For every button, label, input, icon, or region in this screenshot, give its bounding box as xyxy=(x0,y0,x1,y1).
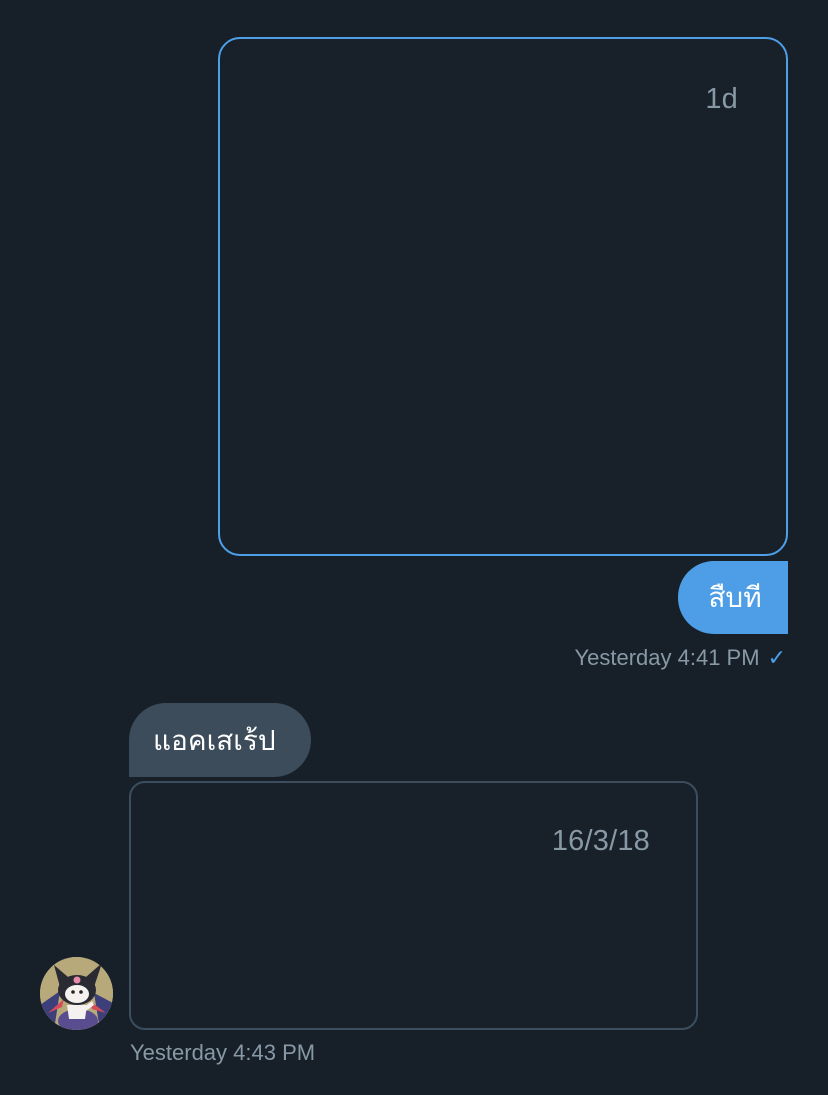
sent-message-bubble[interactable]: สืบที xyxy=(678,561,788,634)
tweet-timestamp: 1d xyxy=(705,83,738,115)
received-message-text: แอคเสเร้ป xyxy=(153,724,276,757)
received-message-bubble[interactable]: แอคเสเร้ป xyxy=(129,703,311,777)
received-message-time: Yesterday 4:43 PM xyxy=(130,1040,316,1065)
dm-thread: 1d สืบที Yesterday 4:41 PM ✓ แอคเสเร้ป 1… xyxy=(0,0,828,1095)
tweet-timestamp: 16/3/18 xyxy=(551,825,650,857)
sender-avatar-icon[interactable] xyxy=(40,957,113,1030)
shared-tweet-card-received[interactable]: 16/3/18 xyxy=(129,781,698,1030)
sent-message-time: Yesterday 4:41 PM xyxy=(574,645,760,670)
sent-message-text: สืบที xyxy=(708,581,762,614)
checkmark-icon: ✓ xyxy=(767,645,786,671)
shared-tweet-card-sent[interactable]: 1d xyxy=(218,37,788,556)
sent-message-meta: Yesterday 4:41 PM ✓ xyxy=(574,645,786,671)
kuromi-avatar-icon xyxy=(40,957,113,1030)
